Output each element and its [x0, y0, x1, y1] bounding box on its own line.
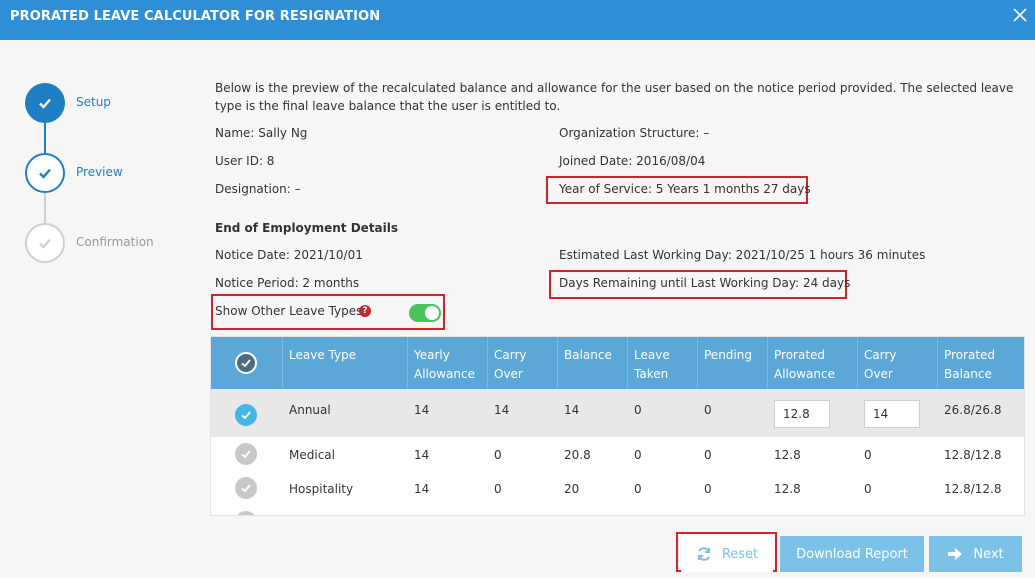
close-icon[interactable] — [1011, 6, 1029, 24]
cell-carry-over: 14 — [494, 403, 510, 417]
cell-yearly-allowance: 14 — [414, 448, 430, 462]
row-checkbox[interactable] — [235, 404, 257, 426]
cell-yearly-allowance: 14 — [414, 482, 430, 496]
download-report-label: Download Report — [796, 546, 908, 562]
help-icon[interactable]: ? — [359, 305, 371, 317]
check-icon — [241, 359, 251, 368]
prorated-carry-over-input[interactable]: 14 — [864, 400, 920, 428]
user-designation: Designation: – — [215, 182, 301, 196]
dialog-title: PRORATED LEAVE CALCULATOR FOR RESIGNATIO… — [10, 9, 381, 24]
notice-period: Notice Period: 2 months — [215, 276, 360, 290]
cell-leave-type: Medical — [289, 448, 335, 462]
employment-heading: End of Employment Details — [215, 221, 399, 235]
joined-date: Joined Date: 2016/08/04 — [559, 154, 706, 168]
refresh-icon — [697, 547, 710, 561]
check-icon — [241, 450, 251, 459]
col-divider — [407, 337, 408, 389]
toggle-knob — [425, 306, 439, 320]
last-working-day: Estimated Last Working Day: 2021/10/25 1… — [559, 248, 926, 262]
check-icon — [39, 168, 51, 179]
col-yearly-allowance[interactable]: Yearly Allowance — [414, 346, 475, 384]
step-connector — [44, 193, 46, 223]
cell-leave-taken: 0 — [634, 448, 642, 462]
col-balance[interactable]: Balance — [564, 346, 612, 365]
user-name: Name: Sally Ng — [215, 126, 308, 140]
cell-pending: 0 — [704, 482, 712, 496]
col-leave-type[interactable]: Leave Type — [289, 346, 356, 365]
col-divider — [857, 337, 858, 389]
col-divider — [697, 337, 698, 389]
col-carry-over[interactable]: Carry Over — [494, 346, 527, 384]
arrow-right-icon — [948, 548, 963, 560]
step-connector — [44, 123, 46, 153]
download-report-button[interactable]: Download Report — [780, 536, 924, 572]
step-confirmation-label[interactable]: Confirmation — [76, 235, 154, 249]
row-checkbox[interactable] — [235, 477, 257, 499]
col-prorated-allowance[interactable]: Prorated Allowance — [774, 346, 835, 384]
preview-intro-text: Below is the preview of the recalculated… — [215, 81, 1014, 113]
cell-leave-taken: 0 — [634, 482, 642, 496]
step-preview-label[interactable]: Preview — [76, 165, 123, 179]
cell-carry-over: 0 — [494, 448, 502, 462]
cell-prorated-balance: 12.8/12.8 — [944, 448, 1002, 462]
cell-prorated-carry-over: 0 — [864, 482, 872, 496]
cell-prorated-carry-over: 0 — [864, 448, 872, 462]
col-divider — [557, 337, 558, 389]
show-other-leave-toggle[interactable] — [409, 304, 441, 322]
cell-prorated-balance: 26.8/26.8 — [944, 403, 1002, 417]
cell-leave-type: Hospitality — [289, 482, 354, 496]
step-confirmation-indicator[interactable] — [25, 223, 65, 263]
row-checkbox[interactable] — [235, 443, 257, 465]
step-preview-indicator[interactable] — [25, 153, 65, 193]
check-icon — [241, 484, 251, 493]
step-setup-indicator[interactable] — [25, 83, 65, 123]
step-setup-label[interactable]: Setup — [76, 95, 111, 109]
col-divider — [487, 337, 488, 389]
check-icon — [241, 411, 251, 420]
check-icon — [39, 238, 51, 249]
cell-pending: 0 — [704, 403, 712, 417]
user-id: User ID: 8 — [215, 154, 275, 168]
leave-table: Leave Type Yearly Allowance Carry Over Bal… — [210, 336, 1025, 516]
next-label: Next — [973, 546, 1004, 562]
col-leave-taken[interactable]: Leave Taken — [634, 346, 670, 384]
next-button[interactable]: Next — [929, 536, 1022, 572]
show-other-leave-label: Show Other Leave Types — [215, 304, 363, 318]
cell-leave-taken: 0 — [634, 403, 642, 417]
table-row[interactable]: Hospitality 14 0 20 0 0 12.8 0 12.8/12.8 — [211, 475, 1024, 509]
cell-carry-over: 0 — [494, 482, 502, 496]
col-prorated-balance[interactable]: Prorated Balance — [944, 346, 995, 384]
cell-balance: 20.8 — [564, 448, 591, 462]
col-divider — [767, 337, 768, 389]
check-icon — [39, 98, 51, 109]
reset-label: Reset — [721, 546, 759, 562]
dialog-title-bar: PRORATED LEAVE CALCULATOR FOR RESIGNATIO… — [0, 0, 1035, 40]
reset-button[interactable]: Reset — [681, 536, 773, 572]
days-remaining: Days Remaining until Last Working Day: 2… — [559, 276, 851, 290]
col-divider — [282, 337, 283, 389]
year-of-service: Year of Service: 5 Years 1 months 27 day… — [559, 182, 811, 196]
cell-pending: 0 — [704, 448, 712, 462]
prorated-allowance-input[interactable]: 12.8 — [774, 400, 830, 428]
cell-balance: 14 — [564, 403, 580, 417]
col-divider — [937, 337, 938, 389]
cell-yearly-allowance: 14 — [414, 403, 430, 417]
table-row[interactable]: Medical 14 0 20.8 0 0 12.8 0 12.8/12.8 — [211, 441, 1024, 475]
cell-prorated-allowance: 12.8 — [774, 448, 801, 462]
table-row[interactable]: Annual 14 14 14 0 0 12.8 14 26.8/26.8 — [211, 389, 1024, 437]
col-pending[interactable]: Pending — [704, 346, 752, 365]
row-checkbox[interactable] — [235, 511, 257, 515]
col-prorated-carry-over[interactable]: Carry Over — [864, 346, 897, 384]
table-header: Leave Type Yearly Allowance Carry Over Bal… — [211, 337, 1024, 389]
org-structure: Organization Structure: – — [559, 126, 710, 140]
notice-date: Notice Date: 2021/10/01 — [215, 248, 363, 262]
cell-prorated-allowance: 12.8 — [774, 482, 801, 496]
col-divider — [627, 337, 628, 389]
cell-balance: 20 — [564, 482, 580, 496]
cell-leave-type: Annual — [289, 403, 331, 417]
select-all-checkbox[interactable] — [235, 352, 257, 374]
cell-prorated-balance: 12.8/12.8 — [944, 482, 1002, 496]
